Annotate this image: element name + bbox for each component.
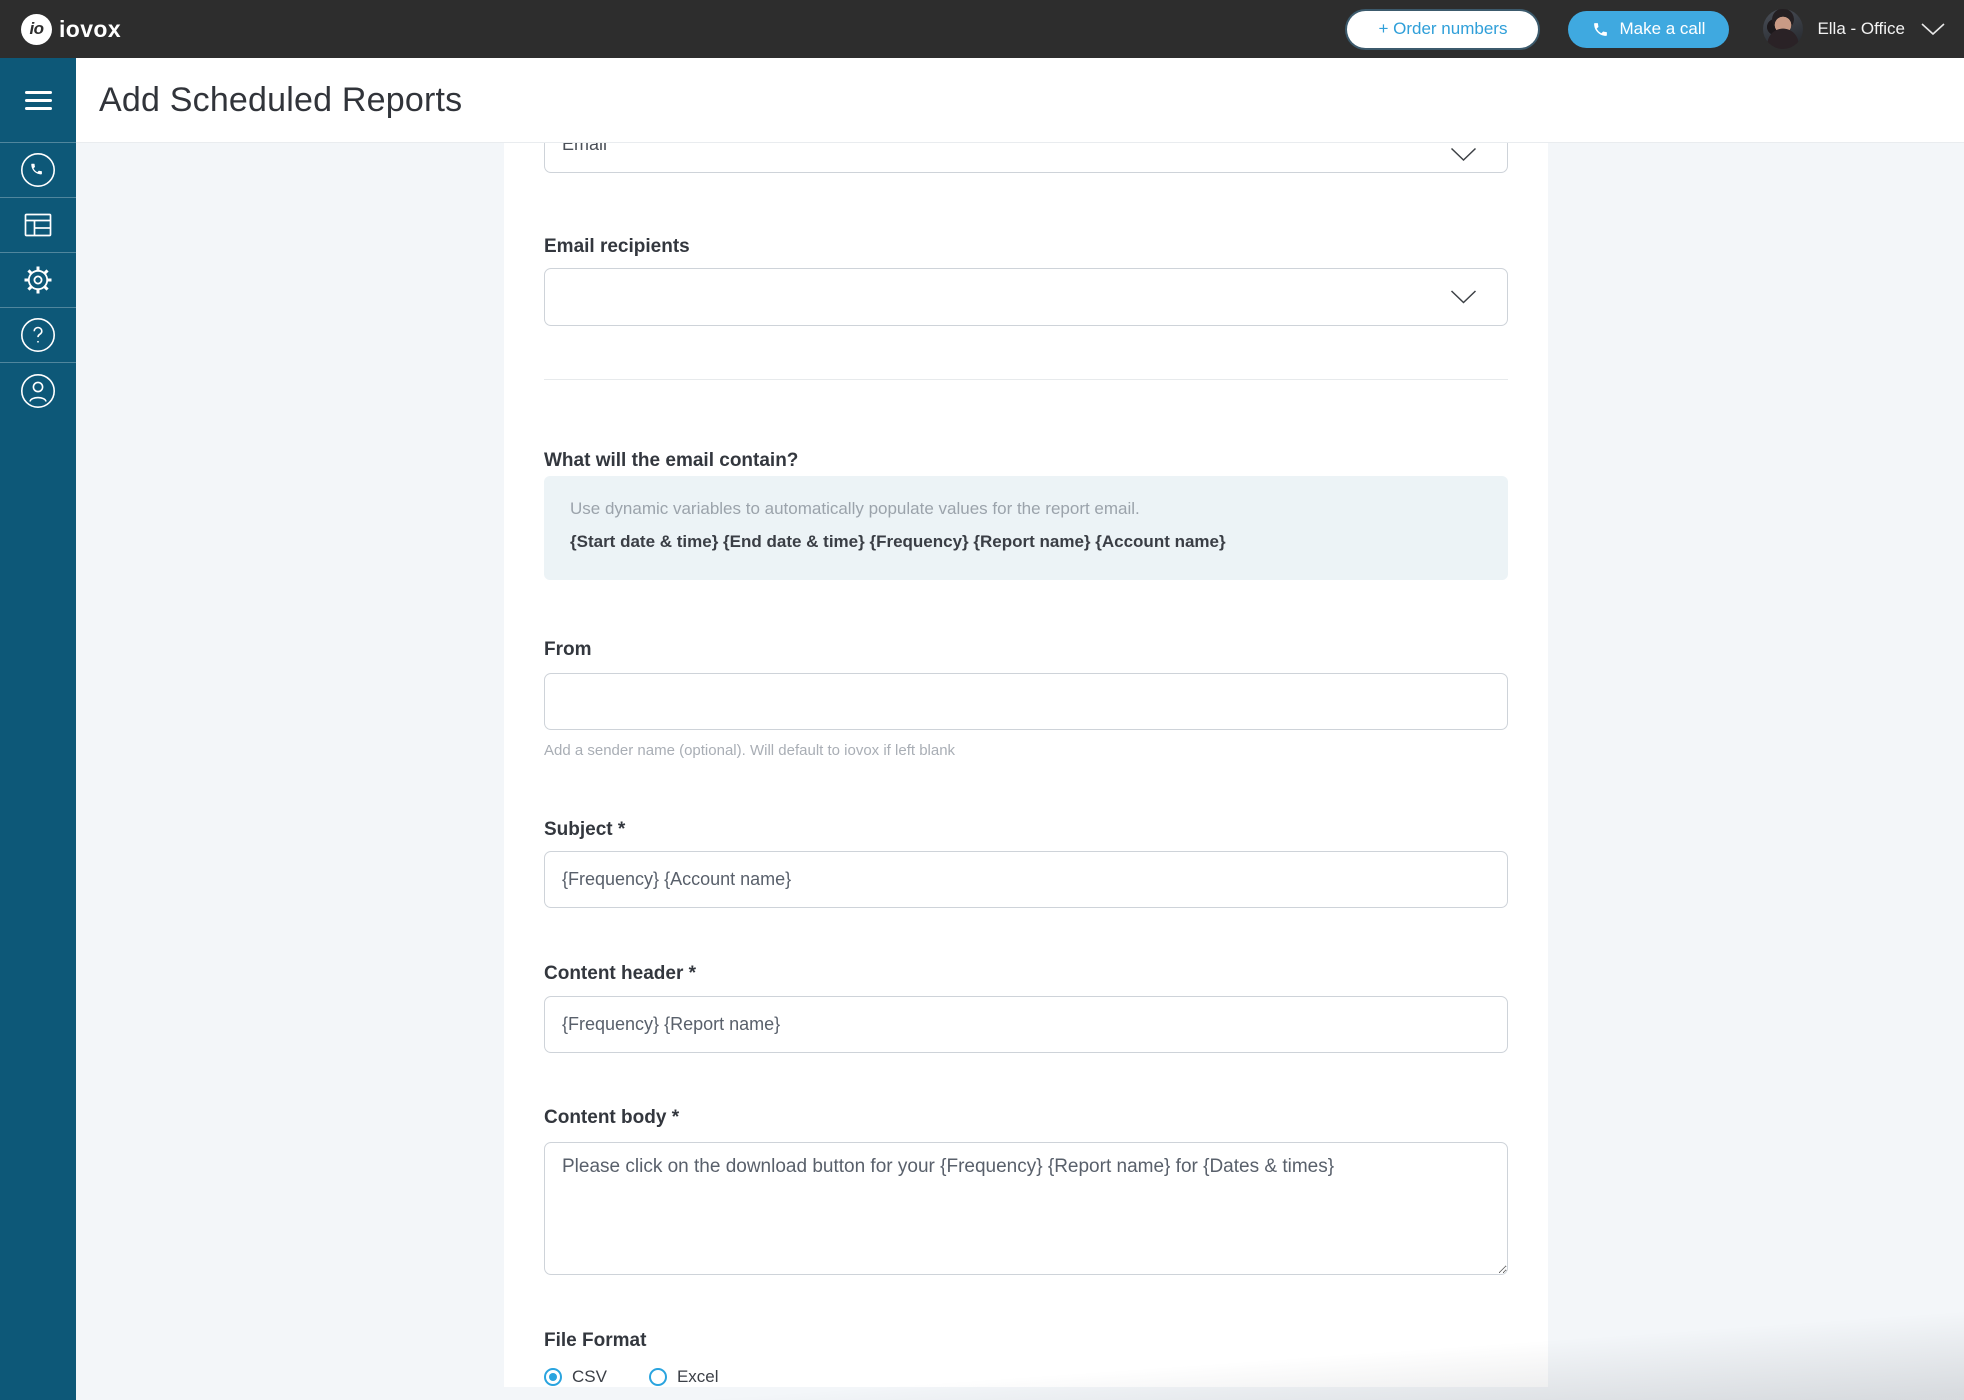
sidebar: [0, 58, 76, 1400]
user-avatar[interactable]: [1763, 9, 1804, 49]
order-numbers-button[interactable]: + Order numbers: [1347, 10, 1539, 48]
file-format-label: File Format: [544, 1330, 647, 1351]
delivery-method-select[interactable]: Email: [544, 143, 1508, 173]
phone-icon: [1594, 22, 1608, 36]
radio-csv-label: CSV: [572, 1367, 607, 1386]
sidebar-item-settings[interactable]: [0, 253, 76, 308]
section-divider: [544, 379, 1508, 380]
sidebar-item-calls[interactable]: [0, 143, 76, 198]
iovox-logo-monogram-icon: io: [21, 13, 52, 45]
user-menu-chevron-icon[interactable]: [1920, 22, 1946, 36]
subject-label: Subject *: [544, 819, 626, 840]
content: Email Email recipients What will the ema…: [76, 143, 1964, 1400]
dynamic-variables-info: Use dynamic variables to automatically p…: [544, 476, 1508, 580]
radio-csv[interactable]: CSV: [544, 1367, 607, 1387]
radio-button-icon: [544, 1368, 562, 1386]
topbar: io iovox + Order numbers Make a call Ell…: [0, 0, 1964, 58]
profile-icon: [20, 373, 56, 408]
from-label: From: [544, 639, 592, 660]
sidebar-item-profile[interactable]: [0, 363, 76, 418]
delivery-method-value: Email: [562, 143, 608, 154]
subject-input[interactable]: [544, 851, 1508, 908]
email-contain-heading: What will the email contain?: [544, 450, 799, 471]
page-title: Add Scheduled Reports: [99, 80, 463, 119]
radio-excel[interactable]: Excel: [648, 1367, 719, 1387]
iovox-logo[interactable]: io iovox: [21, 13, 122, 45]
info-variables-text: {Start date & time} {End date & time} {F…: [570, 532, 1226, 551]
sidebar-item-reports[interactable]: [0, 198, 76, 253]
from-helper-text: Add a sender name (optional). Will defau…: [544, 742, 956, 759]
sidebar-item-menu[interactable]: [0, 58, 76, 143]
chevron-down-icon: [1450, 290, 1477, 305]
radio-button-icon: [648, 1368, 667, 1386]
email-recipients-label: Email recipients: [544, 236, 690, 257]
make-call-button[interactable]: Make a call: [1568, 10, 1730, 48]
content-header-label: Content header *: [544, 963, 697, 984]
user-name: Ella - Office: [1817, 19, 1905, 38]
menu-icon: [24, 86, 52, 115]
gear-icon: [24, 266, 52, 294]
brand-name: iovox: [59, 15, 122, 42]
page-header: Add Scheduled Reports: [76, 58, 1964, 143]
help-icon: [20, 317, 56, 353]
email-recipients-select[interactable]: [544, 268, 1508, 326]
radio-excel-label: Excel: [676, 1367, 719, 1386]
content-header-input[interactable]: [544, 996, 1508, 1053]
phone-circle-icon: [20, 152, 56, 188]
chevron-down-icon: [1450, 147, 1477, 162]
from-input[interactable]: [544, 673, 1508, 730]
file-format-options: CSV Excel: [544, 1367, 1508, 1387]
info-hint-text: Use dynamic variables to automatically p…: [570, 499, 1140, 518]
table-icon: [24, 213, 52, 237]
content-body-label: Content body *: [544, 1107, 680, 1128]
sidebar-item-help[interactable]: [0, 308, 76, 363]
form-panel: Email Email recipients What will the ema…: [504, 143, 1548, 1387]
content-body-textarea[interactable]: Please click on the download button for …: [544, 1142, 1508, 1275]
